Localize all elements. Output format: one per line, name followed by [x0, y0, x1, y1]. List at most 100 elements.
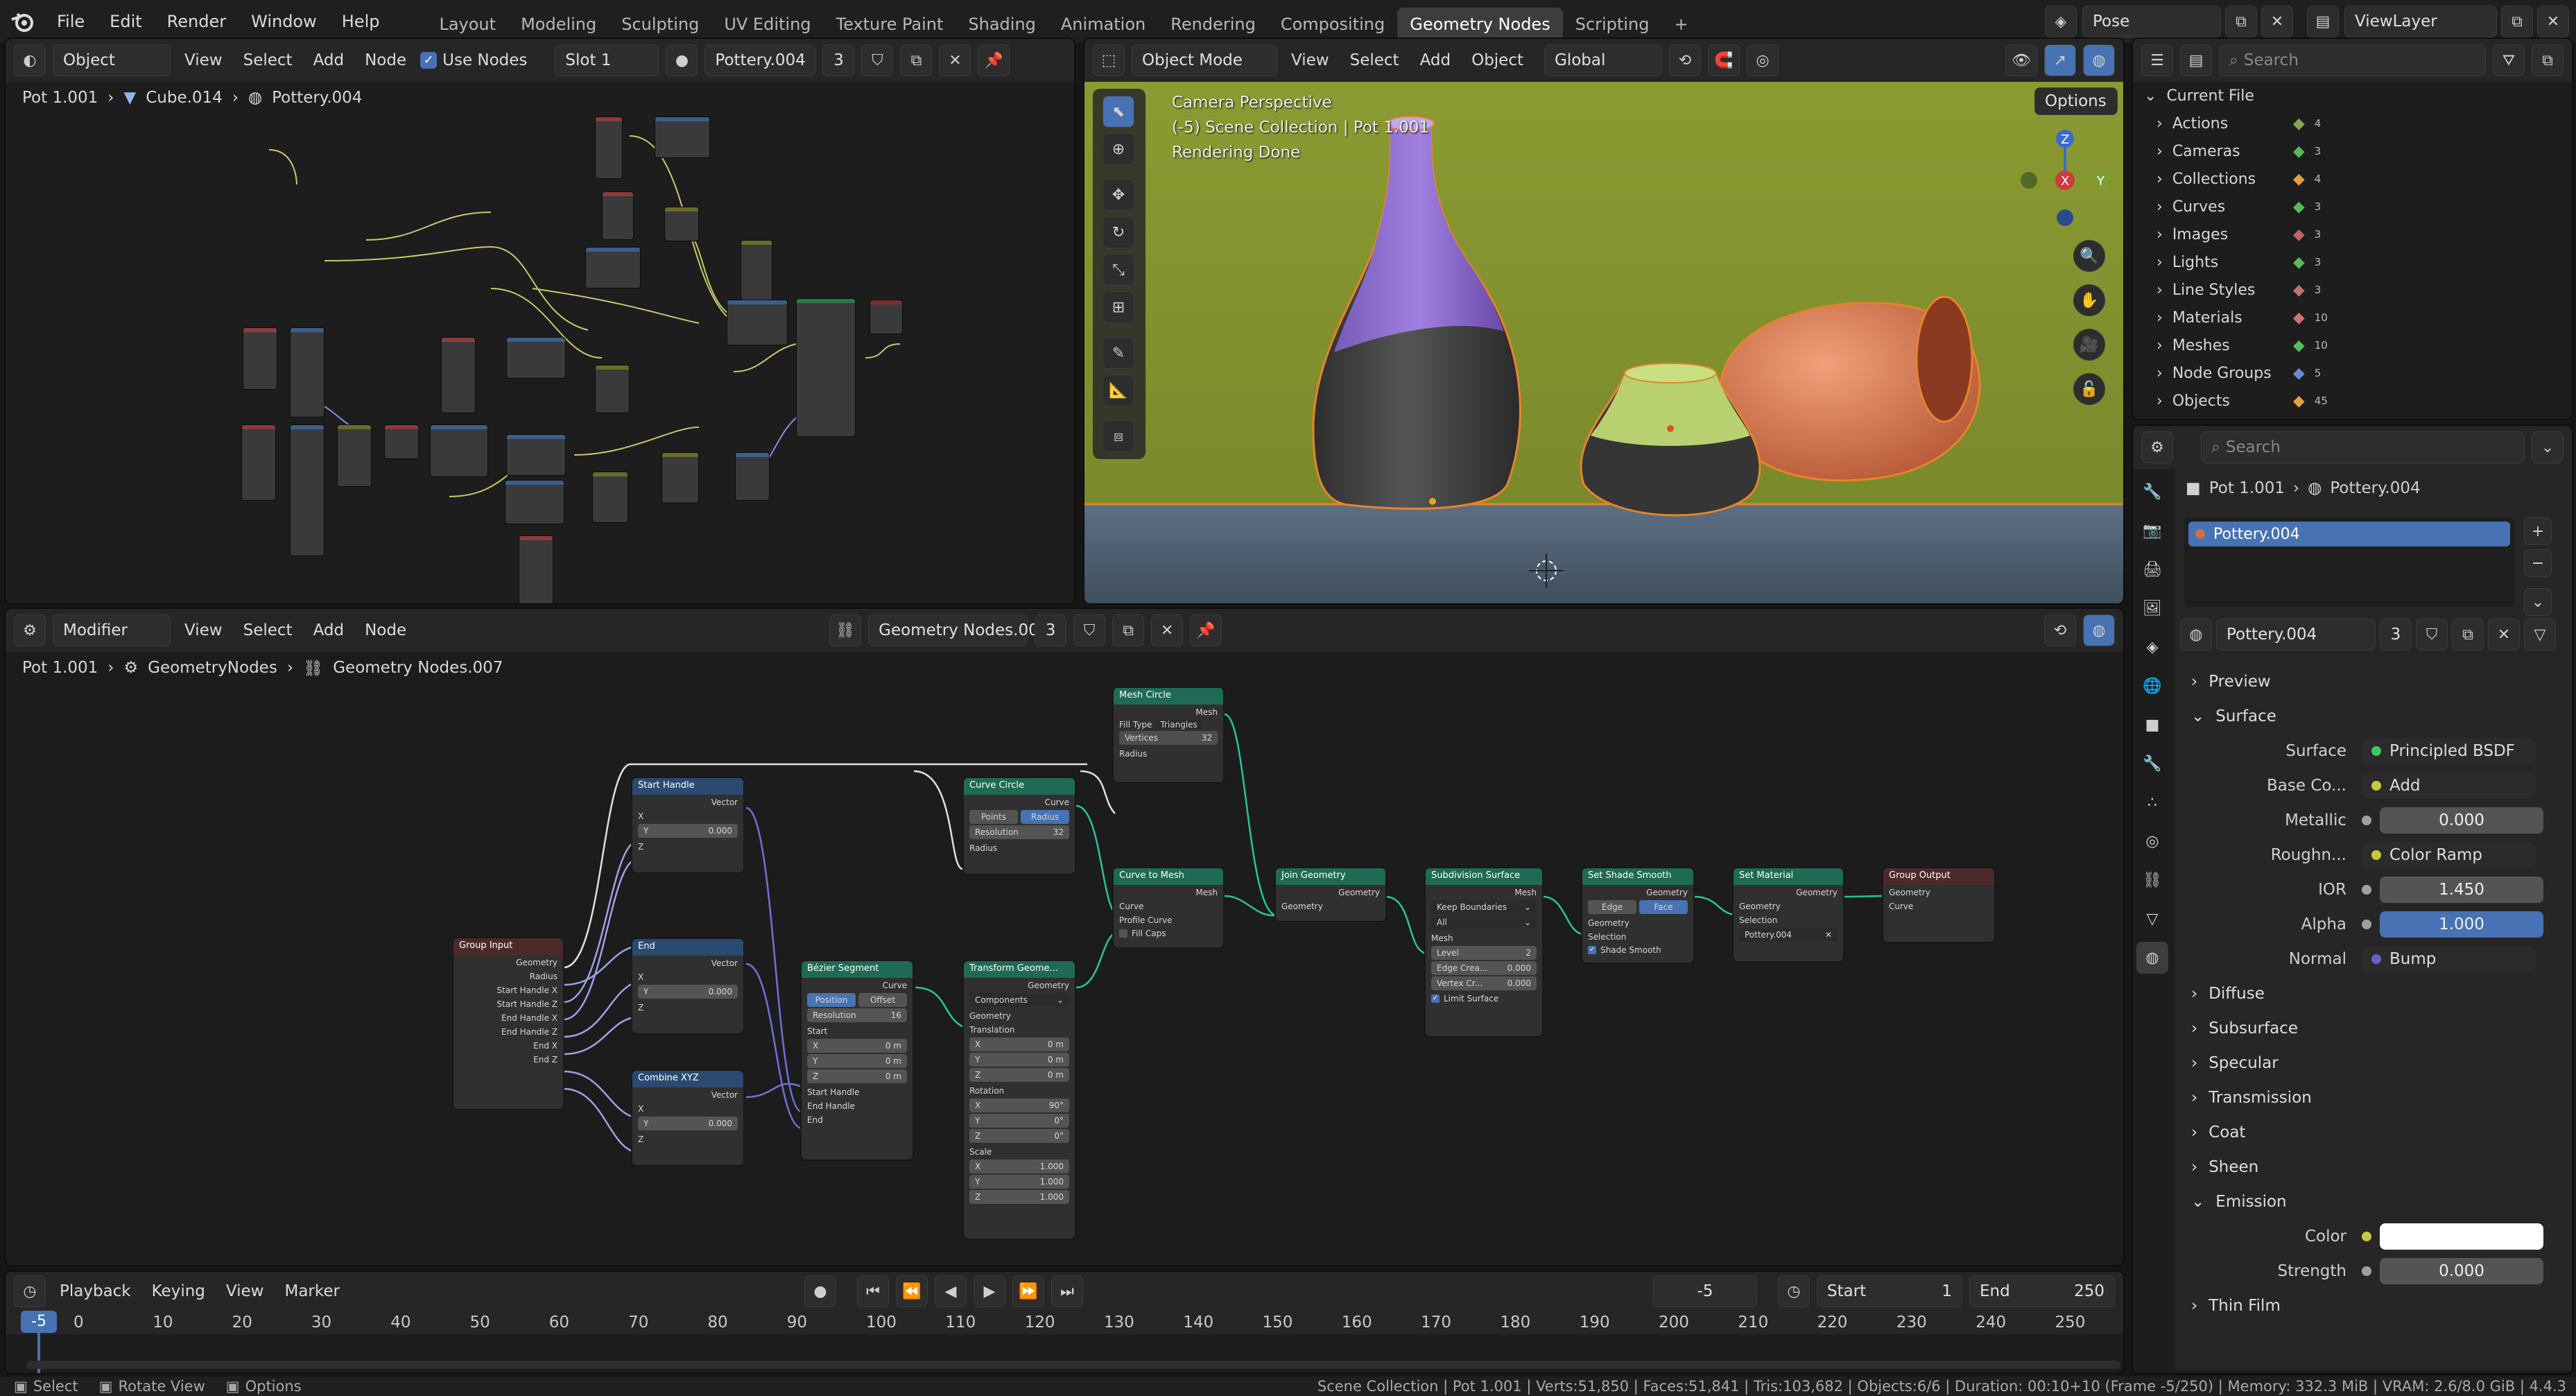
- outliner-item-actions[interactable]: › Actions ◆ 4: [2133, 110, 2572, 137]
- prev-keyframe-icon[interactable]: ⏪: [896, 1275, 928, 1307]
- editor-type-icon[interactable]: ◷: [14, 1275, 46, 1307]
- socket-rotation[interactable]: Rotation: [964, 1083, 1075, 1097]
- socket-curve[interactable]: Curve: [1114, 899, 1223, 913]
- visibility-icon[interactable]: 👁: [2005, 44, 2037, 76]
- output-tab-icon[interactable]: 🖨: [2136, 553, 2168, 585]
- material-name-field[interactable]: Pottery.004: [2216, 619, 2376, 650]
- menu-marker[interactable]: Marker: [277, 1282, 347, 1300]
- material-field[interactable]: Pottery.004 ✕: [1739, 928, 1838, 942]
- section-subsurface[interactable]: › Subsurface: [2175, 1011, 2572, 1046]
- menu-view[interactable]: View: [1284, 51, 1336, 69]
- node-transform-geometry[interactable]: Transform Geome... Geometry Components ⌄ …: [962, 960, 1076, 1240]
- mini-node[interactable]: [430, 424, 488, 477]
- delete-view-layer-icon[interactable]: ✕: [2537, 6, 2569, 37]
- mode-points-button[interactable]: Points: [969, 810, 1018, 824]
- domain-edge-button[interactable]: Edge: [1588, 900, 1636, 914]
- jump-end-icon[interactable]: ⏭: [1051, 1275, 1083, 1307]
- section-specular[interactable]: › Specular: [2175, 1046, 2572, 1080]
- timeline-scrollbar[interactable]: [26, 1361, 2120, 1369]
- fill-caps-checkbox[interactable]: Fill Caps: [1114, 927, 1223, 940]
- node-subdivision-surface[interactable]: Subdivision Surface Mesh Keep Boundaries…: [1424, 867, 1544, 1037]
- socket-radius[interactable]: Radius: [964, 841, 1075, 854]
- mini-node[interactable]: [290, 424, 325, 556]
- add-workspace-button[interactable]: +: [1661, 8, 1700, 41]
- socket-profile-curve[interactable]: Profile Curve: [1114, 913, 1223, 927]
- outliner-item-node-groups[interactable]: › Node Groups ◆ 5: [2133, 359, 2572, 387]
- socket-x[interactable]: X: [632, 809, 743, 822]
- field-y[interactable]: Y 0.000: [638, 824, 738, 838]
- mini-node-output[interactable]: [870, 300, 903, 334]
- field-scale-x[interactable]: X 1.000: [969, 1160, 1069, 1173]
- outliner-search-input[interactable]: ⌕ Search: [2219, 44, 2486, 76]
- jump-start-icon[interactable]: ⏮: [857, 1275, 889, 1307]
- node-curve-circle[interactable]: Curve Circle Curve Points Radius Resolut…: [962, 777, 1076, 875]
- menu-playback[interactable]: Playback: [53, 1282, 138, 1300]
- proportional-edit-icon[interactable]: ◎: [1747, 44, 1779, 76]
- transform-orientation-dropdown[interactable]: Global: [1544, 44, 1663, 76]
- add-slot-icon[interactable]: +: [2524, 517, 2552, 545]
- modifier-tab-icon[interactable]: 🔧: [2136, 748, 2168, 779]
- field-start-x[interactable]: X0 m: [807, 1039, 907, 1053]
- mini-node[interactable]: [585, 247, 641, 288]
- data-tab-icon[interactable]: ▽: [2136, 903, 2168, 935]
- playhead[interactable]: -5: [21, 1311, 57, 1333]
- field-level[interactable]: Level 2: [1431, 946, 1537, 960]
- gizmo-toggle-icon[interactable]: ↗: [2044, 44, 2076, 76]
- view-layer-tab-icon[interactable]: 🖼: [2136, 592, 2168, 624]
- domain-face-button[interactable]: Face: [1639, 900, 1688, 914]
- outliner-root[interactable]: ⌄ Current File: [2133, 82, 2572, 110]
- value-field[interactable]: 1.000: [2380, 911, 2543, 938]
- socket-geometry-out[interactable]: Geometry: [1582, 885, 1693, 899]
- socket-end-handle-x[interactable]: End Handle X: [453, 1010, 563, 1024]
- tab-animation[interactable]: Animation: [1048, 8, 1158, 41]
- view-layer-icon[interactable]: ▤: [2307, 6, 2339, 37]
- outliner-item-cameras[interactable]: › Cameras ◆ 3: [2133, 137, 2572, 165]
- viewport-canvas[interactable]: Camera Perspective (-5) Scene Collection…: [1084, 82, 2123, 603]
- node-link-icon[interactable]: ▽: [2524, 619, 2556, 650]
- node-group-output[interactable]: Group Output Geometry Curve: [1882, 867, 1996, 943]
- socket-end-x[interactable]: End X: [453, 1038, 563, 1052]
- viewport-3d[interactable]: ⬚ Object Mode View Select Add Object Glo…: [1083, 37, 2125, 605]
- field-scale-y[interactable]: Y 1.000: [969, 1175, 1069, 1189]
- outliner-item-images[interactable]: › Images ◆ 3: [2133, 221, 2572, 248]
- geometry-node-editor[interactable]: ⚙ Modifier View Select Add Node ⛓ Geomet…: [4, 607, 2125, 1266]
- socket-geometry-out[interactable]: Geometry: [1734, 885, 1843, 899]
- mini-node[interactable]: [506, 434, 566, 476]
- section-emission[interactable]: ⌄ Emission: [2175, 1184, 2572, 1219]
- node-set-shade-smooth[interactable]: Set Shade Smooth Geometry Edge Face Geom…: [1581, 867, 1695, 964]
- view-layer-selector[interactable]: ViewLayer: [2344, 6, 2497, 37]
- mini-node[interactable]: [655, 117, 710, 158]
- material-slots-list[interactable]: Pottery.004: [2184, 517, 2514, 607]
- socket-selection[interactable]: Selection: [1734, 913, 1843, 927]
- value-field[interactable]: 0.000: [2380, 807, 2543, 834]
- current-frame-field[interactable]: -5: [1653, 1275, 1757, 1307]
- cursor-tool-icon[interactable]: ⊕: [1103, 133, 1134, 165]
- socket-radius[interactable]: Radius: [1114, 746, 1223, 760]
- tab-geometry-nodes[interactable]: Geometry Nodes: [1397, 8, 1563, 41]
- navigation-gizmo[interactable]: Z X Y: [2014, 123, 2111, 234]
- scale-tool-icon[interactable]: ⤡: [1103, 254, 1134, 286]
- field-vertex-crease[interactable]: Vertex Cr... 0.000: [1431, 976, 1537, 990]
- render-tab-icon[interactable]: 📷: [2136, 515, 2168, 546]
- timeline-track[interactable]: 0 10 20 30 40 50 60 70 80 90 100 110 120 130 140 150 160…: [6, 1311, 2123, 1373]
- node-join-geometry[interactable]: Join Geometry Geometry Geometry: [1274, 867, 1387, 922]
- tab-texture-paint[interactable]: Texture Paint: [824, 8, 956, 41]
- socket-geometry-in[interactable]: Geometry: [1582, 915, 1693, 929]
- field-start-y[interactable]: Y0 m: [807, 1054, 907, 1068]
- physics-tab-icon[interactable]: ◎: [2136, 825, 2168, 857]
- mode-position-button[interactable]: Position: [807, 993, 856, 1007]
- node-group-input[interactable]: Group Input Geometry Radius Start Handle…: [452, 937, 564, 1110]
- mini-node[interactable]: [519, 535, 553, 603]
- socket-end[interactable]: End: [802, 1112, 913, 1126]
- field-y[interactable]: Y 0.000: [638, 985, 738, 999]
- socket-start[interactable]: Start: [802, 1024, 913, 1037]
- section-transmission[interactable]: › Transmission: [2175, 1080, 2572, 1115]
- world-tab-icon[interactable]: 🌐: [2136, 670, 2168, 702]
- node-bezier-segment[interactable]: Bézier Segment Curve Position Offset Res…: [800, 960, 914, 1161]
- field-y[interactable]: Y 0.000: [638, 1117, 738, 1130]
- material-users-count[interactable]: 3: [2380, 619, 2412, 650]
- select-box-icon[interactable]: ⬉: [1103, 96, 1134, 128]
- zoom-icon[interactable]: 🔍: [2073, 240, 2105, 272]
- material-browse-icon[interactable]: ◍: [2180, 619, 2212, 650]
- annotate-tool-icon[interactable]: ✎: [1103, 337, 1134, 369]
